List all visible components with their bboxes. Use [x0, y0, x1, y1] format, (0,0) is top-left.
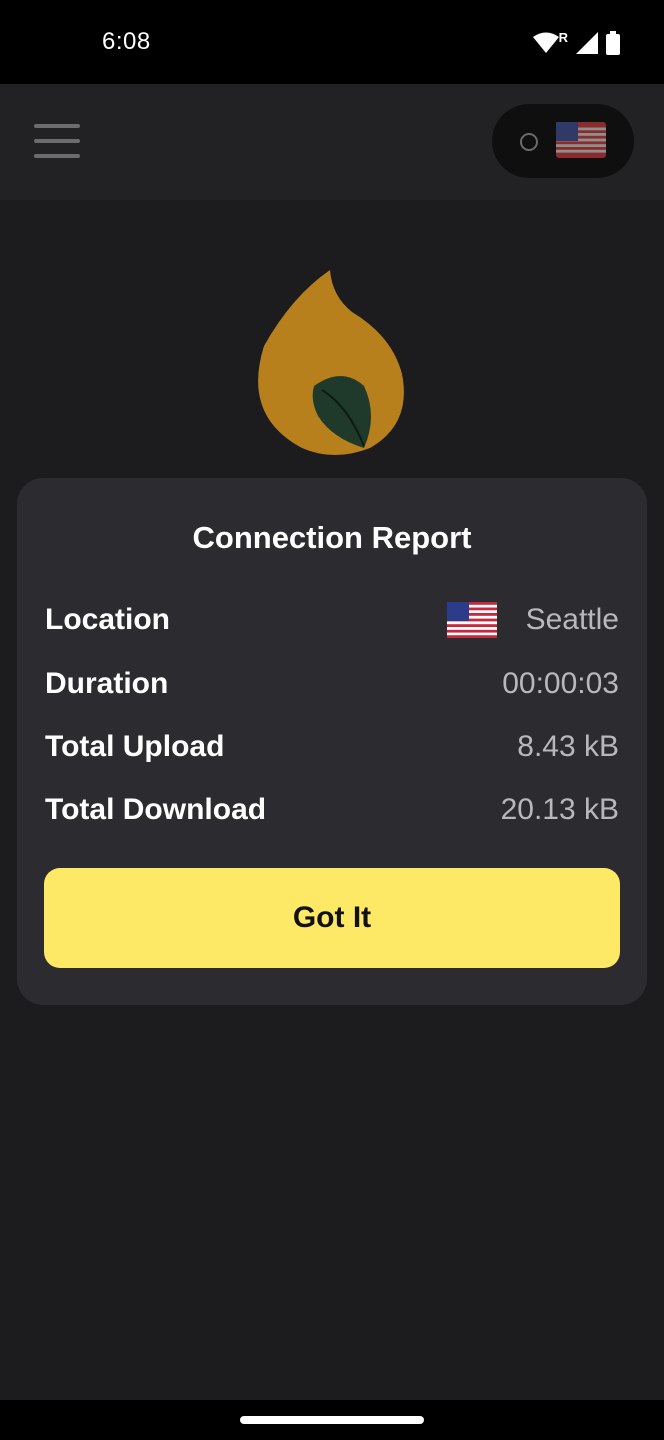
navigation-bar	[0, 1400, 664, 1440]
total-upload-value: 8.43 kB	[517, 730, 619, 763]
connection-report-dialog: Connection Report Location Seattle Durat…	[17, 478, 647, 1005]
duration-label: Duration	[45, 667, 169, 700]
wifi-icon	[532, 32, 559, 53]
status-time: 6:08	[102, 28, 151, 55]
hamburger-menu-icon[interactable]	[34, 122, 80, 160]
flame-leaf-logo-icon	[258, 270, 404, 455]
server-selector-button[interactable]	[492, 104, 634, 178]
connection-status-dot	[520, 133, 538, 151]
battery-icon	[606, 31, 620, 55]
got-it-button[interactable]: Got It	[44, 868, 620, 968]
total-download-row: Total Download 20.13 kB	[45, 788, 619, 832]
status-bar: 6:08 R	[0, 0, 664, 84]
duration-row: Duration 00:00:03	[45, 662, 619, 706]
duration-value: 00:00:03	[502, 667, 619, 700]
cellular-signal-icon	[576, 32, 598, 54]
status-icons: R	[532, 29, 620, 56]
total-download-label: Total Download	[45, 793, 267, 826]
total-download-value: 20.13 kB	[500, 793, 619, 826]
dialog-title: Connection Report	[192, 520, 472, 555]
location-value: Seattle	[525, 603, 619, 636]
home-indicator[interactable]	[240, 1416, 424, 1424]
total-upload-row: Total Upload 8.43 kB	[45, 725, 619, 769]
roaming-indicator: R	[558, 29, 568, 45]
total-upload-label: Total Upload	[45, 730, 225, 763]
location-row: Location Seattle	[45, 598, 619, 642]
us-flag-icon	[556, 122, 606, 158]
us-flag-icon	[447, 602, 497, 638]
location-label: Location	[45, 603, 170, 636]
